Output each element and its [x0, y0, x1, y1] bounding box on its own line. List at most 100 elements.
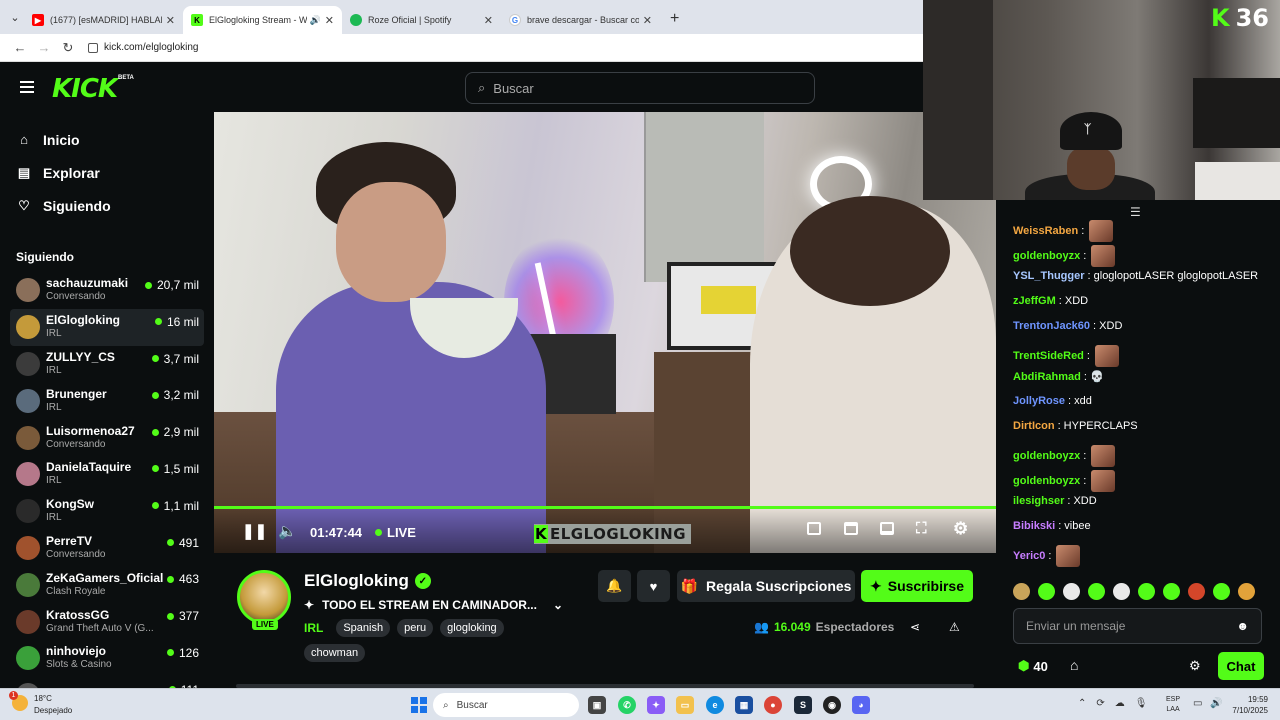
tag[interactable]: chowman	[304, 644, 366, 662]
tab-youtube[interactable]: ▶ (1677) [esMADRID] HABLANDO ✕	[24, 6, 183, 34]
close-tab-icon[interactable]: ✕	[643, 14, 652, 27]
following-channel[interactable]: ZeKaGamers_Oficial Clash Royale 463	[0, 566, 214, 603]
tag[interactable]: glogloking	[440, 619, 504, 637]
following-channel[interactable]: ninhoviejo Slots & Casino 126	[0, 640, 214, 677]
chat-username[interactable]: TrentSideRed	[1013, 350, 1084, 362]
emote-icon[interactable]	[1238, 583, 1255, 600]
chat-username[interactable]: goldenboyzx	[1013, 250, 1080, 262]
following-channel[interactable]: ZULLYY_CS IRL 3,7 mil	[0, 346, 214, 383]
file-explorer-icon[interactable]: ▭	[676, 696, 694, 714]
emote-icon[interactable]	[1113, 583, 1130, 600]
chat-username[interactable]: TrentonJack60	[1013, 320, 1090, 332]
copilot-icon[interactable]: ✦	[647, 696, 665, 714]
chat-username[interactable]: Yeric0	[1013, 550, 1045, 562]
emoji-icon[interactable]: ☻	[1236, 619, 1249, 633]
menu-icon[interactable]	[20, 81, 34, 93]
follow-heart-button[interactable]: ♥	[637, 570, 670, 602]
nav-explorar[interactable]: ▤ Explorar	[0, 156, 214, 189]
chat-username[interactable]: DirtIcon	[1013, 420, 1055, 432]
channel-points[interactable]: ⬢ 40	[1018, 658, 1048, 674]
following-channel[interactable]: PerreTV Conversando 491	[0, 530, 214, 567]
emote-icon[interactable]	[1188, 583, 1205, 600]
expand-title-chevron-icon[interactable]: ⌄	[553, 598, 563, 612]
channel-avatar[interactable]: LIVE	[237, 570, 291, 630]
pause-icon[interactable]: ❚❚	[242, 522, 267, 540]
kick-logo[interactable]: KICK	[52, 74, 118, 104]
close-tab-icon[interactable]: ✕	[325, 14, 334, 27]
new-tab-icon[interactable]: +	[670, 10, 679, 28]
whatsapp-icon[interactable]: ✆	[618, 696, 636, 714]
theater-mode-icon[interactable]	[880, 522, 894, 535]
nav-inicio[interactable]: ⌂ Inicio	[0, 123, 214, 156]
miniplayer-icon[interactable]	[807, 522, 821, 535]
channel-name[interactable]: ElGlogloking	[304, 571, 409, 591]
send-chat-button[interactable]: Chat	[1218, 652, 1264, 680]
weather-widget[interactable]: 18°C Despejado	[9, 691, 72, 717]
speaker-icon[interactable]: 🔊	[310, 15, 321, 26]
following-channel[interactable]: DanielaTaquire IRL 1,5 mil	[0, 456, 214, 493]
steam-icon[interactable]: S	[794, 696, 812, 714]
report-icon[interactable]: ⚠	[949, 620, 960, 634]
following-channel[interactable]: KratossGG Grand Theft Auto V (G... 377	[0, 603, 214, 640]
settings-icon[interactable]: ⚙	[953, 519, 968, 539]
chat-username[interactable]: goldenboyzx	[1013, 475, 1080, 487]
tag[interactable]: peru	[397, 619, 434, 637]
fullscreen-icon[interactable]: ⛶	[916, 520, 927, 537]
edge-icon[interactable]: e	[706, 696, 724, 714]
url-field[interactable]: kick.com/elglogloking	[88, 42, 199, 53]
chat-filter-icon[interactable]: ☰	[1130, 205, 1141, 219]
following-channel[interactable]: Luisormenoa27 Conversando 2,9 mil	[0, 419, 214, 456]
taskbar-search[interactable]: ⌕ Buscar	[433, 693, 579, 717]
nav-siguiendo[interactable]: ♡ Siguiendo	[0, 189, 214, 222]
discord-icon[interactable]: ◕	[852, 696, 870, 714]
tab-google[interactable]: G brave descargar - Buscar con G ✕	[501, 6, 660, 34]
store-app-icon[interactable]: ▦	[735, 696, 753, 714]
tray-chevron-icon[interactable]: ⌃	[1078, 698, 1086, 709]
chat-message-input[interactable]: Enviar un mensaje ☻	[1013, 608, 1262, 644]
share-icon[interactable]: ⋖	[910, 620, 920, 634]
chat-username[interactable]: Bibikski	[1013, 520, 1055, 532]
volume-tray-icon[interactable]: 🔊	[1210, 698, 1222, 709]
tab-spotify[interactable]: Roze Oficial | Spotify ✕	[342, 6, 501, 34]
tab-kick[interactable]: K ElGlogloking Stream - Watc 🔊 ✕	[183, 6, 342, 34]
language-indicator[interactable]: ESP LAA	[1166, 695, 1180, 715]
network-icon[interactable]: ▭	[1193, 698, 1202, 709]
chat-username[interactable]: YSL_Thugger	[1013, 270, 1085, 282]
windows-start-icon[interactable]	[411, 697, 427, 713]
notification-bell-button[interactable]: 🔔	[598, 570, 631, 602]
chat-settings-icon[interactable]: ⚙	[1189, 658, 1201, 674]
following-channel[interactable]: KongSw IRL 1,1 mil	[0, 493, 214, 530]
emote-icon[interactable]	[1013, 583, 1030, 600]
store-icon[interactable]: ⌂	[1070, 657, 1078, 673]
emote-icon[interactable]	[1163, 583, 1180, 600]
close-tab-icon[interactable]: ✕	[166, 14, 175, 27]
following-channel[interactable]: DrivLav111	[0, 677, 214, 688]
microphone-icon[interactable]: 🎙	[1135, 698, 1148, 709]
reload-icon[interactable]: ↻	[56, 40, 80, 56]
following-channel[interactable]: sachauzumaki Conversando 20,7 mil	[0, 272, 214, 309]
volume-icon[interactable]: 🔈	[278, 522, 297, 540]
category-link[interactable]: IRL	[304, 621, 323, 635]
emote-icon[interactable]	[1088, 583, 1105, 600]
following-channel[interactable]: ElGlogloking IRL 16 mil	[10, 308, 204, 346]
chat-username[interactable]: WeissRaben	[1013, 225, 1078, 237]
emote-icon[interactable]	[1038, 583, 1055, 600]
emote-icon[interactable]	[1138, 583, 1155, 600]
emote-icon[interactable]	[1063, 583, 1080, 600]
obs-icon[interactable]: ◉	[823, 696, 841, 714]
tray-app-icon[interactable]: ⟳	[1096, 698, 1104, 709]
task-view-icon[interactable]: ▣	[588, 696, 606, 714]
gift-subs-button[interactable]: 🎁 Regala Suscripciones	[677, 570, 855, 602]
back-icon[interactable]: ←	[8, 40, 32, 55]
tray-app-icon-2[interactable]: ☁	[1115, 698, 1125, 709]
search-input[interactable]: ⌕ Buscar	[465, 72, 815, 104]
chat-username[interactable]: AbdiRahmad	[1013, 371, 1081, 383]
chrome-icon[interactable]: ●	[764, 696, 782, 714]
site-info-icon[interactable]	[88, 42, 98, 53]
close-tab-icon[interactable]: ✕	[484, 14, 493, 27]
clip-icon[interactable]	[844, 522, 858, 535]
forward-icon[interactable]: →	[32, 40, 56, 55]
clock[interactable]: 19:59 7/10/2025	[1228, 694, 1268, 716]
chat-username[interactable]: JollyRose	[1013, 395, 1065, 407]
tag[interactable]: Spanish	[336, 619, 391, 637]
